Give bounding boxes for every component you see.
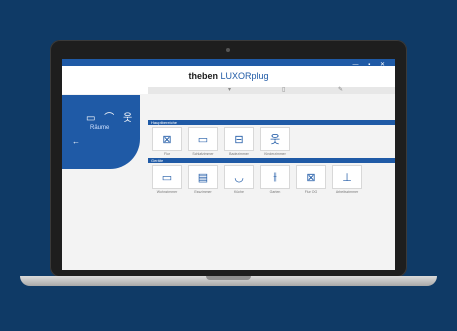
device-icon: ⊠	[306, 171, 316, 184]
tile-label: Arbeitszimmer	[335, 190, 359, 194]
window-controls[interactable]: — ▪ ✕	[353, 61, 390, 68]
device-icon[interactable]: ▯	[282, 87, 285, 94]
tile-label: Schlafzimmer	[192, 152, 214, 156]
tile-label: Esszimmer	[194, 190, 212, 194]
app-screen: — ▪ ✕ theben LUXORplug ▾ ▯ ✎ ▭ ⌒ 웃 Räume…	[62, 59, 395, 270]
room-tile-kinderzimmer[interactable]: 웃	[260, 127, 290, 151]
tile-label: Wohnzimmer	[156, 190, 178, 194]
room-icon: ⊟	[234, 133, 244, 146]
window-titlebar: — ▪ ✕	[62, 59, 395, 68]
device-tile[interactable]: ⫲	[260, 165, 290, 189]
room-tile-badezimmer[interactable]: ⊟	[224, 127, 254, 151]
tile-label: Kinderzimmer	[264, 152, 286, 156]
brand-name: theben	[188, 71, 218, 81]
device-icon: ▭	[161, 171, 173, 184]
device-tile[interactable]: ◡	[224, 165, 254, 189]
room-category-icons: ▭ ⌒ 웃	[86, 113, 136, 124]
tile-label: Badezimmer	[229, 152, 249, 156]
tile-label: Flur OG	[304, 190, 318, 194]
filter-icon[interactable]: ▾	[228, 87, 231, 94]
device-tile[interactable]: ▭	[152, 165, 182, 189]
room-icon: 웃	[269, 134, 281, 146]
edit-icon[interactable]: ✎	[338, 87, 343, 94]
brand-logo: theben LUXORplug	[62, 71, 395, 81]
device-tile[interactable]: ⊠	[296, 165, 326, 189]
device-tile[interactable]: ⊥	[332, 165, 362, 189]
sidebar-label: Räume	[90, 125, 110, 131]
sidebar-rooms[interactable]: ▭ ⌒ 웃 Räume ←	[62, 95, 140, 169]
section-header: Hauptbereiche	[148, 120, 395, 125]
device-icon: ◡	[234, 171, 244, 184]
product-name: LUXORplug	[220, 71, 269, 81]
device-tile[interactable]: ▤	[188, 165, 218, 189]
room-tile-flur[interactable]: ⊠	[152, 127, 182, 151]
back-arrow-icon[interactable]: ←	[72, 137, 80, 146]
tab-bar: ▾ ▯ ✎	[148, 87, 395, 94]
tile-label: Garten	[269, 190, 281, 194]
section-header: Geräte	[148, 158, 395, 163]
device-icon: ⫲	[273, 170, 277, 183]
device-icon: ▤	[197, 171, 209, 184]
room-tile-schlafzimmer[interactable]: ▭	[188, 127, 218, 151]
tile-label: Küche	[234, 190, 244, 194]
camera	[226, 48, 230, 52]
room-icon: ⊠	[162, 133, 172, 146]
device-icon: ⊥	[342, 171, 352, 184]
tile-label: Flur	[163, 152, 171, 156]
room-icon: ▭	[197, 133, 209, 146]
laptop-lid: — ▪ ✕ theben LUXORplug ▾ ▯ ✎ ▭ ⌒ 웃 Räume…	[50, 40, 407, 277]
laptop-notch	[206, 276, 251, 280]
